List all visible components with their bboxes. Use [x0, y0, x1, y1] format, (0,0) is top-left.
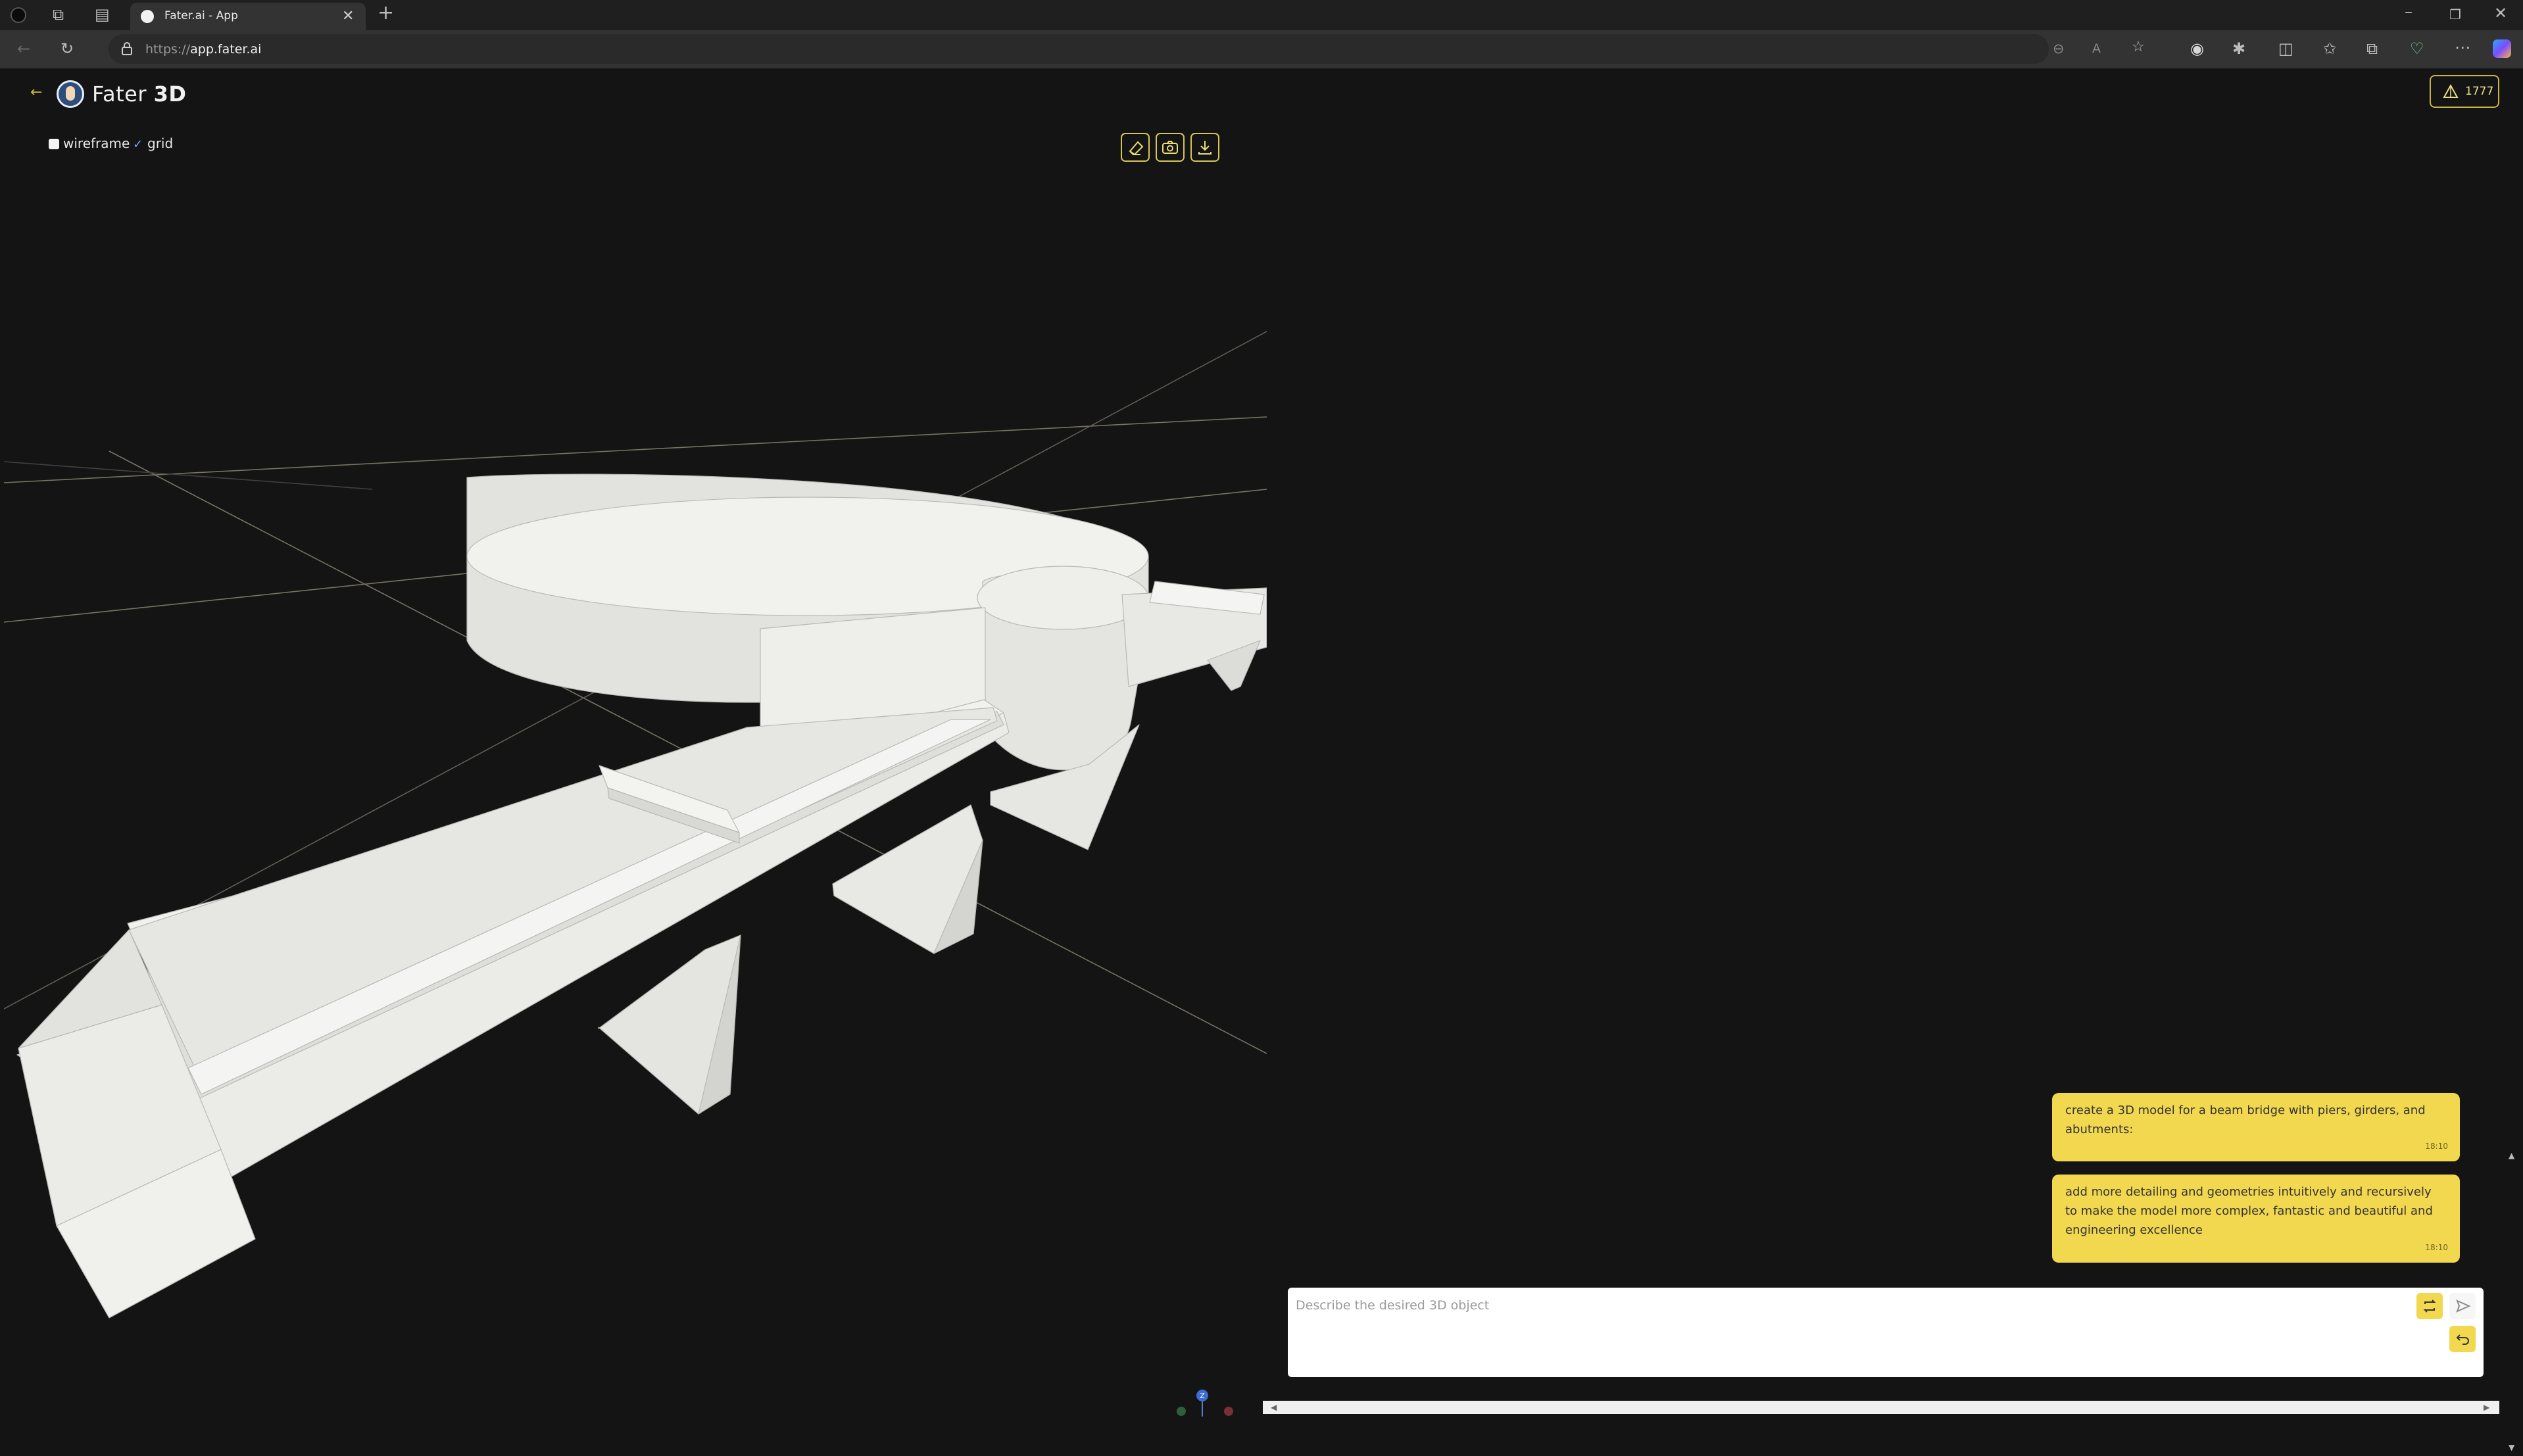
send-icon: [2456, 1299, 2471, 1313]
restore-icon[interactable]: ❐: [2449, 7, 2461, 22]
camera-icon: [1162, 141, 1178, 154]
brand-logo-avatar: [57, 80, 84, 108]
scroll-up-arrow-icon[interactable]: ▲: [2509, 1151, 2514, 1160]
grid-toggle[interactable]: ✓ grid: [133, 135, 173, 151]
close-window-icon[interactable]: ✕: [2494, 5, 2507, 21]
chat-vertical-scrollbar[interactable]: ▲ ▼: [2505, 1147, 2519, 1456]
favorite-star-icon[interactable]: ☆: [2132, 39, 2145, 55]
refresh-loop-icon: [2423, 1299, 2436, 1313]
favorites-icon[interactable]: ✩: [2323, 41, 2336, 57]
copilot-icon[interactable]: [2493, 39, 2511, 58]
profile-icon[interactable]: [11, 7, 26, 23]
collections-icon[interactable]: ⧉: [2366, 41, 2378, 57]
address-bar[interactable]: https://app.fater.ai ⊖ A ☆: [109, 34, 2145, 64]
undo-icon: [2456, 1334, 2469, 1345]
scroll-right-arrow-icon[interactable]: ▶: [2484, 1403, 2489, 1412]
browser-tab-active[interactable]: Fater.ai - App ✕: [130, 3, 366, 30]
back-arrow-icon[interactable]: ←: [30, 84, 42, 101]
tab-title: Fater.ai - App: [164, 9, 238, 22]
axis-gizmo[interactable]: Z X Y: [1173, 1390, 1233, 1417]
chat-message-text: add more detailing and geometries intuit…: [2065, 1185, 2433, 1237]
wireframe-label: wireframe: [63, 135, 130, 151]
scroll-left-arrow-icon[interactable]: ◀: [1271, 1403, 1277, 1412]
wireframe-checkbox[interactable]: [49, 139, 59, 149]
back-icon[interactable]: ←: [17, 41, 30, 57]
chat-message: create a 3D model for a beam bridge with…: [2052, 1093, 2460, 1161]
tab-close-icon[interactable]: ✕: [342, 8, 354, 24]
eraser-icon: [1129, 141, 1144, 156]
send-button[interactable]: [2449, 1293, 2476, 1319]
new-tab-icon[interactable]: +: [378, 3, 394, 23]
regenerate-button[interactable]: [2416, 1293, 2443, 1319]
download-button[interactable]: [1190, 133, 1219, 162]
prompt-input[interactable]: [1296, 1296, 2374, 1315]
tab-actions-icon[interactable]: ▤: [95, 7, 110, 22]
chat-message-text: create a 3D model for a beam bridge with…: [2065, 1104, 2426, 1136]
app-root: ← Fater 3D 1777 wireframe ✓ grid Z creat…: [4, 68, 2519, 1456]
chat-message-time: 18:10: [2425, 1142, 2448, 1151]
browser-toolbar: ← ↻ https://app.fater.ai ⊖ A ☆ ◉ ✱ ◫ ✩ ⧉…: [0, 30, 2523, 68]
grid-checkmark-icon[interactable]: ✓: [133, 137, 143, 151]
refresh-icon[interactable]: ↻: [61, 41, 74, 57]
credits-count: 1777: [2465, 85, 2494, 98]
workspaces-icon[interactable]: ⧉: [53, 7, 64, 22]
extensions-icon[interactable]: ✱: [2232, 41, 2245, 57]
tab-favicon-icon: [141, 10, 154, 23]
credits-badge[interactable]: 1777: [2430, 75, 2499, 108]
brand-title: Fater 3D: [92, 82, 187, 107]
wireframe-toggle[interactable]: wireframe: [49, 135, 130, 151]
chat-message-time: 18:10: [2425, 1243, 2448, 1252]
browser-titlebar: ⧉ ▤ Fater.ai - App ✕ + – ❐ ✕: [0, 0, 2523, 30]
3d-viewport[interactable]: Z X Y: [4, 167, 1267, 1417]
scroll-down-arrow-icon[interactable]: ▼: [2509, 1443, 2514, 1452]
undo-button[interactable]: [2449, 1326, 2476, 1352]
lock-icon: [122, 42, 132, 55]
screenshot-button[interactable]: [1156, 133, 1185, 162]
gizmo-z-label: Z: [1200, 1392, 1205, 1400]
more-menu-icon[interactable]: ⋯: [2455, 39, 2470, 55]
download-icon: [1198, 141, 1212, 155]
eraser-button[interactable]: [1121, 133, 1150, 162]
prompt-input-box[interactable]: [1288, 1288, 2484, 1377]
minimize-icon[interactable]: –: [2405, 4, 2413, 20]
credits-cube-icon: [2443, 84, 2459, 98]
chat-message: add more detailing and geometries intuit…: [2052, 1175, 2460, 1263]
extension-shield-icon[interactable]: ◉: [2190, 41, 2204, 57]
split-screen-icon[interactable]: ◫: [2278, 41, 2293, 57]
url-text: https://app.fater.ai: [145, 42, 262, 57]
grid-label: grid: [147, 135, 174, 151]
read-aloud-icon[interactable]: A: [2092, 41, 2101, 57]
horizontal-scrollbar[interactable]: ◀ ▶: [1263, 1401, 2499, 1414]
browser-essentials-icon[interactable]: ♡: [2410, 41, 2424, 57]
zoom-icon[interactable]: ⊖: [2053, 41, 2065, 57]
